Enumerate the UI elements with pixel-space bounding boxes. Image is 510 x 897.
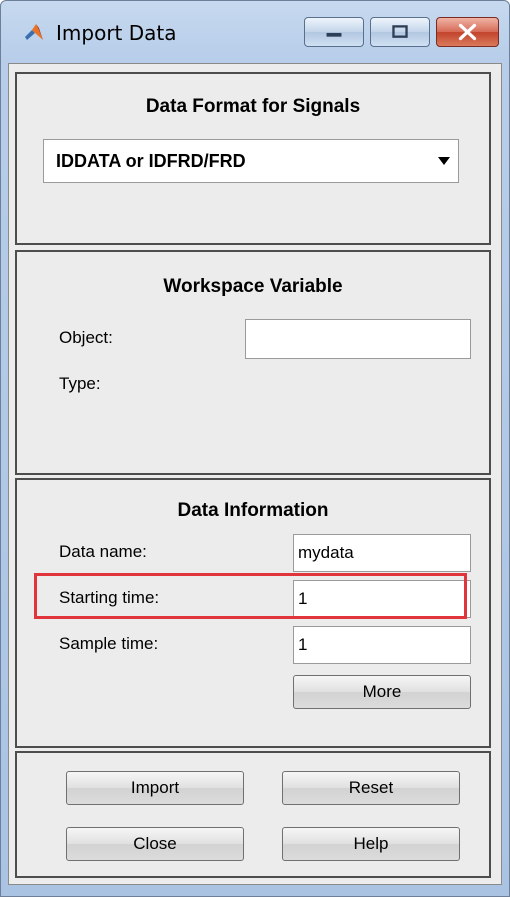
close-window-button[interactable] <box>436 17 499 47</box>
import-data-window: Import Data Data Format for Signals IDDA… <box>0 0 510 897</box>
minimize-button[interactable] <box>304 17 364 47</box>
sample-time-label: Sample time: <box>59 634 159 653</box>
import-button[interactable]: Import <box>66 771 244 805</box>
sample-time-highlight <box>34 573 467 619</box>
help-button[interactable]: Help <box>282 827 460 861</box>
data-format-panel: Data Format for Signals IDDATA or IDFRD/… <box>15 72 491 245</box>
dialog-content: Data Format for Signals IDDATA or IDFRD/… <box>8 63 502 885</box>
sample-time-input[interactable]: 1 <box>293 626 471 664</box>
matlab-logo-icon <box>23 21 45 43</box>
chevron-down-icon <box>438 157 450 165</box>
data-name-input[interactable]: mydata <box>293 534 471 572</box>
selected-format: IDDATA or IDFRD/FRD <box>56 151 246 171</box>
object-label: Object: <box>59 328 113 347</box>
reset-button[interactable]: Reset <box>282 771 460 805</box>
data-format-dropdown[interactable]: IDDATA or IDFRD/FRD <box>43 139 459 183</box>
workspace-variable-title: Workspace Variable <box>163 276 343 297</box>
workspace-variable-panel: Workspace Variable Object: Type: <box>15 250 491 475</box>
data-information-title: Data Information <box>177 500 329 521</box>
data-name-label: Data name: <box>59 542 147 561</box>
close-button[interactable]: Close <box>66 827 244 861</box>
maximize-button[interactable] <box>370 17 430 47</box>
window-title: Import Data <box>56 21 177 45</box>
data-format-title: Data Format for Signals <box>145 96 361 117</box>
type-label: Type: <box>59 374 101 393</box>
actions-panel: Import Reset Close Help <box>15 751 491 878</box>
object-input[interactable] <box>245 319 471 359</box>
more-button[interactable]: More <box>293 675 471 709</box>
title-bar[interactable]: Import Data <box>1 1 509 63</box>
